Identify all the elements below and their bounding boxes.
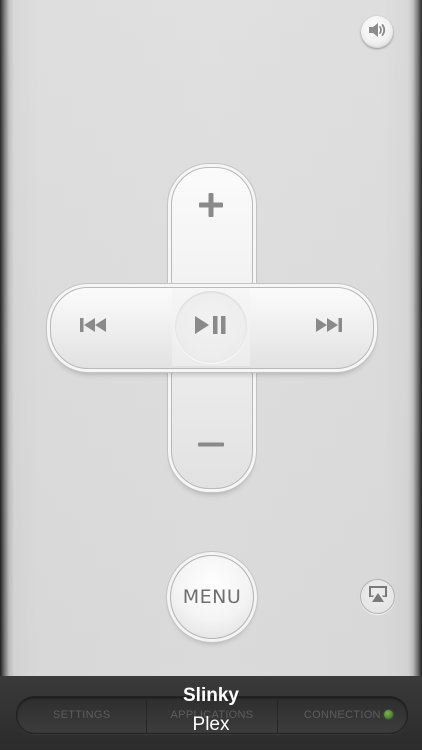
menu-button[interactable]: MENU [170, 555, 254, 639]
airplay-icon [368, 585, 388, 608]
tab-settings-label: SETTINGS [52, 709, 111, 721]
tab-segmented-control: SETTINGS APPLICATIONS CONNECTION [16, 696, 408, 734]
fast-forward-icon [313, 316, 343, 339]
plus-icon [196, 190, 226, 225]
volume-down-button[interactable] [180, 424, 242, 470]
play-pause-button[interactable] [175, 291, 247, 363]
tab-applications-label: APPLICATIONS [170, 709, 254, 721]
play-pause-icon [193, 315, 229, 340]
rewind-icon [79, 316, 109, 339]
remote-screen: MENU SETTINGS APPLICATIONS CONNECTION Sl… [0, 0, 422, 750]
connection-status-dot [383, 710, 393, 719]
minus-icon [196, 430, 226, 465]
airplay-button[interactable] [360, 579, 395, 614]
bottom-tab-bar: SETTINGS APPLICATIONS CONNECTION [0, 676, 422, 750]
tab-settings[interactable]: SETTINGS [17, 697, 146, 733]
volume-up-button[interactable] [180, 184, 242, 230]
tab-connection[interactable]: CONNECTION [276, 697, 407, 733]
tab-applications[interactable]: APPLICATIONS [146, 697, 276, 733]
menu-button-label: MENU [182, 586, 242, 608]
next-button[interactable] [298, 305, 358, 349]
previous-button[interactable] [64, 305, 124, 349]
tab-connection-label: CONNECTION [303, 709, 381, 721]
